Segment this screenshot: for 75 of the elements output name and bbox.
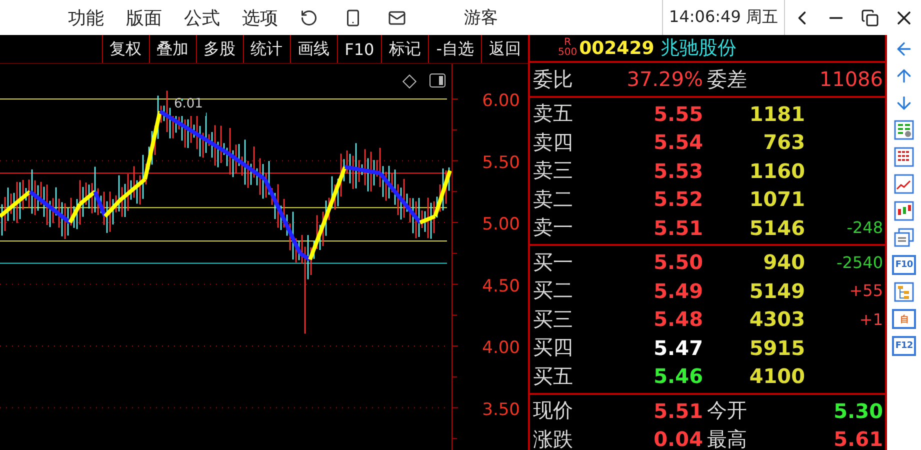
user-label[interactable]: 游客 bbox=[464, 6, 498, 29]
order-volume: 5146 bbox=[748, 216, 805, 240]
order-price: 5.46 bbox=[652, 364, 703, 388]
order-level-label: 卖四 bbox=[533, 128, 574, 156]
order-volume: 940 bbox=[762, 250, 805, 274]
menu-item[interactable]: 公式 bbox=[184, 6, 220, 30]
ratio-label: 委比 bbox=[533, 66, 574, 93]
quote-value: 5.30 bbox=[832, 398, 883, 423]
order-price: 5.48 bbox=[652, 307, 703, 332]
axis-label: 4.00 bbox=[482, 338, 520, 358]
quote-label: 涨跌 bbox=[533, 426, 574, 450]
volume-change: -248 bbox=[846, 218, 883, 238]
order-volume: 4303 bbox=[748, 307, 805, 332]
order-level-label: 卖一 bbox=[533, 214, 574, 242]
quote-value: 0.04 bbox=[652, 427, 703, 450]
windows-icon[interactable] bbox=[894, 228, 914, 248]
order-level-label: 卖五 bbox=[533, 100, 574, 128]
menu-item[interactable]: 选项 bbox=[242, 6, 278, 30]
order-volume: 5915 bbox=[748, 336, 805, 360]
order-level-label: 卖三 bbox=[533, 157, 574, 184]
panel-toggle-icon[interactable] bbox=[430, 74, 446, 88]
quote-value: 5.51 bbox=[652, 398, 703, 423]
order-price: 5.52 bbox=[652, 187, 703, 212]
order-price: 5.54 bbox=[652, 130, 703, 154]
order-level-label: 买二 bbox=[533, 277, 574, 304]
order-volume: 4100 bbox=[748, 364, 805, 388]
order-volume: 763 bbox=[762, 130, 805, 154]
ratio-value: 37.29% bbox=[626, 67, 703, 92]
quote-label: 今开 bbox=[706, 397, 748, 424]
axis-label: 5.00 bbox=[482, 214, 520, 234]
market-label: R 500 bbox=[558, 38, 578, 58]
axis-label: 3.50 bbox=[482, 400, 520, 420]
volume-change: +55 bbox=[848, 281, 883, 300]
order-volume: 1160 bbox=[748, 158, 805, 183]
diamond-icon[interactable] bbox=[402, 74, 417, 89]
axis-label: 5.50 bbox=[482, 152, 520, 173]
tree-icon[interactable] bbox=[894, 282, 914, 302]
order-level-label: 买五 bbox=[533, 362, 574, 390]
order-level-label: 卖二 bbox=[533, 186, 574, 213]
order-price: 5.49 bbox=[652, 278, 703, 303]
f10-button[interactable]: F10 bbox=[892, 255, 916, 275]
volume-change: +1 bbox=[858, 310, 883, 329]
quote-value: 5.61 bbox=[832, 427, 883, 450]
diff-value: 11086 bbox=[818, 67, 883, 92]
order-price: 5.47 bbox=[652, 336, 703, 360]
menu-item[interactable]: 功能 bbox=[68, 6, 104, 30]
mail-icon[interactable] bbox=[388, 8, 406, 26]
clock: 14:06:49 周五 bbox=[662, 0, 785, 35]
order-price: 5.55 bbox=[652, 102, 703, 126]
f12-button[interactable]: F12 bbox=[892, 336, 916, 356]
phone-icon[interactable] bbox=[344, 8, 362, 26]
quote-label: 最高 bbox=[706, 426, 748, 450]
order-volume: 1071 bbox=[748, 187, 805, 212]
order-level-label: 买一 bbox=[533, 248, 574, 276]
volume-change: -2540 bbox=[836, 252, 883, 272]
axis-label: 4.50 bbox=[482, 276, 520, 296]
order-volume: 5149 bbox=[748, 278, 805, 303]
stock-code: 002429 bbox=[579, 38, 654, 58]
order-price: 5.51 bbox=[652, 216, 703, 240]
diff-label: 委差 bbox=[706, 66, 748, 93]
grid-table-icon[interactable] bbox=[894, 147, 914, 167]
menu-item[interactable]: 版面 bbox=[126, 6, 162, 30]
axis-label: 6.00 bbox=[482, 91, 520, 111]
list-check-icon[interactable] bbox=[894, 120, 914, 140]
order-level-label: 买四 bbox=[533, 334, 574, 362]
high-price-marker: 6.01 bbox=[174, 96, 203, 112]
line-chart-icon[interactable] bbox=[894, 174, 914, 194]
quote-label: 现价 bbox=[533, 397, 574, 424]
stock-name: 兆驰股份 bbox=[660, 36, 736, 61]
order-price: 5.53 bbox=[652, 158, 703, 183]
order-price: 5.50 bbox=[652, 250, 703, 274]
candlestick-icon[interactable] bbox=[894, 201, 914, 221]
refresh-icon[interactable] bbox=[300, 8, 318, 26]
order-volume: 1181 bbox=[748, 102, 805, 126]
order-level-label: 买三 bbox=[533, 306, 574, 333]
